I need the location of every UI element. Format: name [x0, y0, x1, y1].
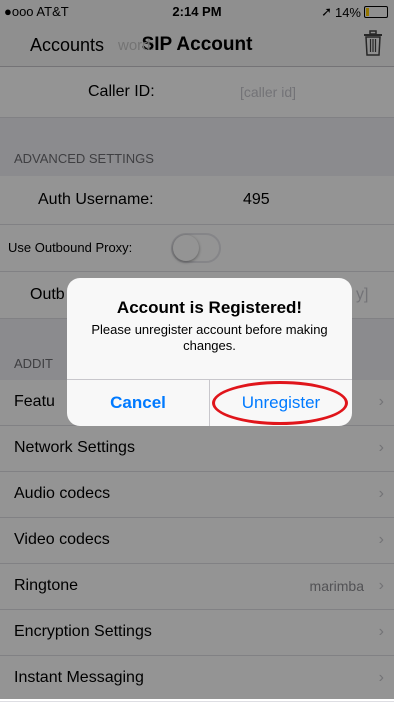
- highlight-circle: [212, 381, 348, 425]
- alert-message: Please unregister account before making …: [91, 322, 328, 353]
- cancel-button[interactable]: Cancel: [67, 379, 209, 426]
- alert-title: Account is Registered!: [116, 298, 303, 317]
